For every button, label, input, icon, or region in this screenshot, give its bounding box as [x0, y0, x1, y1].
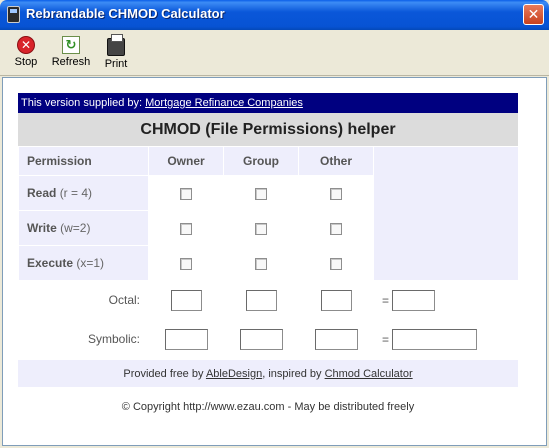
refresh-button[interactable]: ↻ Refresh	[49, 36, 93, 74]
chmod-panel: This version supplied by: Mortgage Refin…	[18, 93, 519, 387]
helper-title: CHMOD (File Permissions) helper	[18, 113, 518, 146]
octal-equals: =	[382, 293, 390, 307]
window-title: Rebrandable CHMOD Calculator	[26, 6, 225, 21]
toolbar: ✕ Stop ↻ Refresh Print	[0, 30, 549, 76]
symbolic-other-input[interactable]	[314, 328, 358, 350]
copyright-text: © Copyright http://www.ezau.com - May be…	[121, 401, 415, 413]
supplier-link[interactable]: Mortgage Refinance Companies	[145, 97, 303, 109]
credits-bar: Provided free by AbleDesign, inspired by…	[18, 359, 518, 387]
credits-prefix: Provided free by	[123, 368, 204, 380]
read-owner-checkbox[interactable]	[180, 187, 192, 200]
refresh-label: Refresh	[51, 56, 91, 68]
symbolic-group-input[interactable]	[239, 328, 283, 350]
header-owner: Owner	[148, 146, 224, 176]
execute-group-checkbox[interactable]	[255, 257, 267, 270]
header-other: Other	[298, 146, 374, 176]
permissions-table: Permission Owner Group Other Read (r = 4…	[18, 146, 519, 359]
credits-middle: , inspired by	[262, 368, 322, 380]
write-other-checkbox[interactable]	[330, 222, 342, 235]
octal-row: Octal: =	[18, 280, 519, 320]
close-button[interactable]: ✕	[523, 4, 544, 25]
octal-owner-input[interactable]	[170, 289, 202, 311]
print-button[interactable]: Print	[101, 34, 131, 74]
write-owner-checkbox[interactable]	[180, 222, 192, 235]
read-label: Read (r = 4)	[18, 175, 149, 211]
refresh-icon: ↻	[62, 36, 80, 54]
header-permission: Permission	[18, 146, 149, 176]
symbolic-total-input[interactable]	[392, 328, 478, 350]
supplier-bar: This version supplied by: Mortgage Refin…	[18, 93, 518, 113]
symbolic-owner-input[interactable]	[164, 328, 208, 350]
print-icon	[107, 34, 125, 56]
symbolic-equals: =	[382, 332, 390, 346]
stop-label: Stop	[14, 56, 38, 68]
execute-label: Execute (x=1)	[18, 245, 149, 281]
header-group: Group	[223, 146, 299, 176]
abledesign-link[interactable]: AbleDesign	[206, 368, 262, 380]
octal-other-input[interactable]	[320, 289, 352, 311]
octal-group-input[interactable]	[245, 289, 277, 311]
execute-owner-checkbox[interactable]	[180, 257, 192, 270]
octal-label: Octal:	[18, 280, 149, 320]
stop-button[interactable]: ✕ Stop	[10, 36, 42, 74]
title-bar: Rebrandable CHMOD Calculator ✕	[0, 0, 549, 30]
content-frame: This version supplied by: Mortgage Refin…	[2, 77, 547, 446]
chmod-calculator-link[interactable]: Chmod Calculator	[325, 368, 413, 380]
app-icon	[7, 6, 20, 23]
execute-other-checkbox[interactable]	[330, 257, 342, 270]
write-group-checkbox[interactable]	[255, 222, 267, 235]
stop-icon: ✕	[17, 36, 35, 54]
read-group-checkbox[interactable]	[255, 187, 267, 200]
print-label: Print	[104, 58, 128, 70]
blank-area	[373, 146, 519, 281]
supplier-prefix: This version supplied by:	[21, 97, 143, 109]
read-other-checkbox[interactable]	[330, 187, 342, 200]
write-label: Write (w=2)	[18, 210, 149, 246]
octal-total-input[interactable]	[392, 289, 436, 311]
symbolic-label: Symbolic:	[18, 319, 149, 359]
symbolic-row: Symbolic: =	[18, 319, 519, 359]
